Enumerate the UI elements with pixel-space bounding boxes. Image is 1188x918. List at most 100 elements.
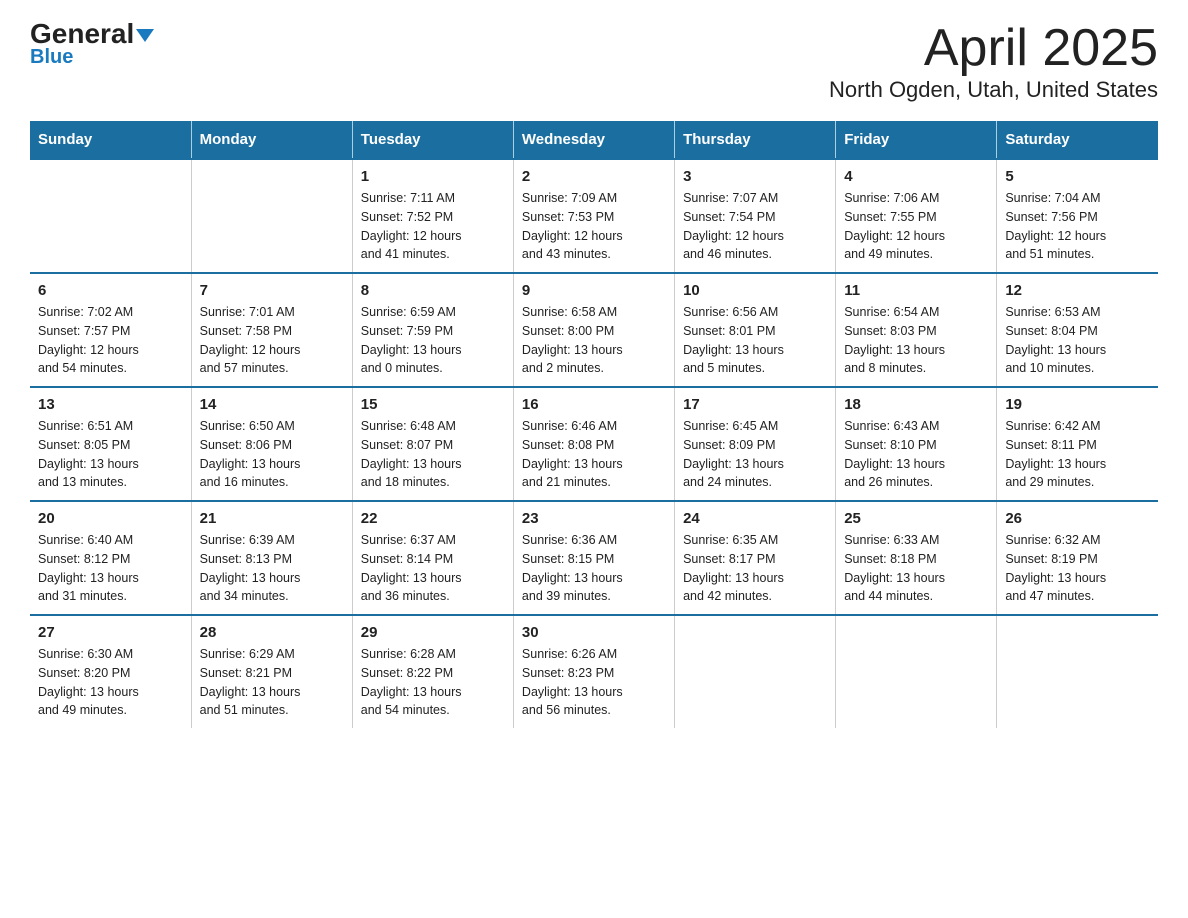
day-number: 29 [361,624,505,641]
day-number: 12 [1005,282,1150,299]
calendar-day-4: 4 Sunrise: 7:06 AM Sunset: 7:55 PM Daylig… [836,159,997,273]
calendar-day-25: 25 Sunrise: 6:33 AM Sunset: 8:18 PM Dayli… [836,501,997,615]
day-info: Sunrise: 6:54 AM Sunset: 8:03 PM Dayligh… [844,303,988,378]
day-info: Sunrise: 6:26 AM Sunset: 8:23 PM Dayligh… [522,645,666,720]
calendar-day-15: 15 Sunrise: 6:48 AM Sunset: 8:07 PM Dayli… [352,387,513,501]
day-info: Sunrise: 6:53 AM Sunset: 8:04 PM Dayligh… [1005,303,1150,378]
calendar-day-27: 27 Sunrise: 6:30 AM Sunset: 8:20 PM Dayli… [30,615,191,728]
day-info: Sunrise: 7:02 AM Sunset: 7:57 PM Dayligh… [38,303,183,378]
day-number: 9 [522,282,666,299]
calendar-week-row: 27 Sunrise: 6:30 AM Sunset: 8:20 PM Dayli… [30,615,1158,728]
day-number: 15 [361,396,505,413]
calendar-day-empty [675,615,836,728]
day-number: 10 [683,282,827,299]
day-info: Sunrise: 6:32 AM Sunset: 8:19 PM Dayligh… [1005,531,1150,606]
day-info: Sunrise: 7:11 AM Sunset: 7:52 PM Dayligh… [361,189,505,264]
day-info: Sunrise: 6:45 AM Sunset: 8:09 PM Dayligh… [683,417,827,492]
calendar-day-28: 28Sunrise: 6:29 AM Sunset: 8:21 PM Dayli… [191,615,352,728]
calendar-day-18: 18 Sunrise: 6:43 AM Sunset: 8:10 PM Dayli… [836,387,997,501]
day-number: 22 [361,510,505,527]
day-info: Sunrise: 7:01 AM Sunset: 7:58 PM Dayligh… [200,303,344,378]
day-number: 3 [683,168,827,185]
calendar-day-17: 17 Sunrise: 6:45 AM Sunset: 8:09 PM Dayli… [675,387,836,501]
calendar-day-6: 6Sunrise: 7:02 AM Sunset: 7:57 PM Daylig… [30,273,191,387]
calendar-day-5: 5 Sunrise: 7:04 AM Sunset: 7:56 PM Daylig… [997,159,1158,273]
calendar-day-empty [30,159,191,273]
calendar-week-row: 13Sunrise: 6:51 AM Sunset: 8:05 PM Dayli… [30,387,1158,501]
title-block: April 2025 North Ogden, Utah, United Sta… [829,20,1158,103]
calendar-day-12: 12 Sunrise: 6:53 AM Sunset: 8:04 PM Dayli… [997,273,1158,387]
day-number: 4 [844,168,988,185]
day-number: 16 [522,396,666,413]
day-info: Sunrise: 6:42 AM Sunset: 8:11 PM Dayligh… [1005,417,1150,492]
day-info: Sunrise: 6:58 AM Sunset: 8:00 PM Dayligh… [522,303,666,378]
day-number: 25 [844,510,988,527]
calendar-day-30: 30 Sunrise: 6:26 AM Sunset: 8:23 PM Dayli… [513,615,674,728]
page-subtitle: North Ogden, Utah, United States [829,77,1158,103]
logo-main-text: General [30,20,154,48]
day-number: 30 [522,624,666,641]
calendar-week-row: 20 Sunrise: 6:40 AM Sunset: 8:12 PM Dayli… [30,501,1158,615]
calendar-day-9: 9 Sunrise: 6:58 AM Sunset: 8:00 PM Daylig… [513,273,674,387]
calendar-day-13: 13Sunrise: 6:51 AM Sunset: 8:05 PM Dayli… [30,387,191,501]
calendar-header-saturday: Saturday [997,121,1158,159]
calendar-header-tuesday: Tuesday [352,121,513,159]
day-number: 13 [38,396,183,413]
day-number: 24 [683,510,827,527]
day-info: Sunrise: 6:40 AM Sunset: 8:12 PM Dayligh… [38,531,183,606]
day-info: Sunrise: 6:46 AM Sunset: 8:08 PM Dayligh… [522,417,666,492]
page-title: April 2025 [829,20,1158,77]
day-number: 18 [844,396,988,413]
calendar-day-1: 1 Sunrise: 7:11 AM Sunset: 7:52 PM Daylig… [352,159,513,273]
calendar-header-monday: Monday [191,121,352,159]
day-number: 11 [844,282,988,299]
day-number: 27 [38,624,183,641]
calendar-day-empty [191,159,352,273]
day-number: 5 [1005,168,1150,185]
calendar-day-7: 7 Sunrise: 7:01 AM Sunset: 7:58 PM Daylig… [191,273,352,387]
calendar-header-sunday: Sunday [30,121,191,159]
day-info: Sunrise: 6:33 AM Sunset: 8:18 PM Dayligh… [844,531,988,606]
day-number: 2 [522,168,666,185]
calendar-header-friday: Friday [836,121,997,159]
day-info: Sunrise: 6:39 AM Sunset: 8:13 PM Dayligh… [200,531,344,606]
day-info: Sunrise: 6:43 AM Sunset: 8:10 PM Dayligh… [844,417,988,492]
day-number: 28 [200,624,344,641]
day-info: Sunrise: 6:48 AM Sunset: 8:07 PM Dayligh… [361,417,505,492]
calendar-day-3: 3 Sunrise: 7:07 AM Sunset: 7:54 PM Daylig… [675,159,836,273]
logo: General Blue [30,20,154,69]
calendar-day-29: 29 Sunrise: 6:28 AM Sunset: 8:22 PM Dayli… [352,615,513,728]
day-number: 26 [1005,510,1150,527]
day-number: 19 [1005,396,1150,413]
calendar-day-10: 10Sunrise: 6:56 AM Sunset: 8:01 PM Dayli… [675,273,836,387]
calendar-day-24: 24 Sunrise: 6:35 AM Sunset: 8:17 PM Dayli… [675,501,836,615]
day-info: Sunrise: 6:35 AM Sunset: 8:17 PM Dayligh… [683,531,827,606]
calendar-day-8: 8Sunrise: 6:59 AM Sunset: 7:59 PM Daylig… [352,273,513,387]
calendar-day-11: 11 Sunrise: 6:54 AM Sunset: 8:03 PM Dayli… [836,273,997,387]
calendar-day-16: 16 Sunrise: 6:46 AM Sunset: 8:08 PM Dayli… [513,387,674,501]
day-info: Sunrise: 6:28 AM Sunset: 8:22 PM Dayligh… [361,645,505,720]
logo-sub-text: Blue [30,46,73,69]
calendar-day-26: 26 Sunrise: 6:32 AM Sunset: 8:19 PM Dayli… [997,501,1158,615]
day-info: Sunrise: 6:50 AM Sunset: 8:06 PM Dayligh… [200,417,344,492]
day-number: 1 [361,168,505,185]
calendar-table: SundayMondayTuesdayWednesdayThursdayFrid… [30,121,1158,728]
calendar-day-22: 22 Sunrise: 6:37 AM Sunset: 8:14 PM Dayli… [352,501,513,615]
day-number: 21 [200,510,344,527]
day-info: Sunrise: 6:37 AM Sunset: 8:14 PM Dayligh… [361,531,505,606]
day-info: Sunrise: 6:30 AM Sunset: 8:20 PM Dayligh… [38,645,183,720]
page-header: General Blue April 2025 North Ogden, Uta… [30,20,1158,103]
calendar-week-row: 6Sunrise: 7:02 AM Sunset: 7:57 PM Daylig… [30,273,1158,387]
calendar-day-23: 23Sunrise: 6:36 AM Sunset: 8:15 PM Dayli… [513,501,674,615]
day-number: 17 [683,396,827,413]
day-number: 20 [38,510,183,527]
day-number: 23 [522,510,666,527]
calendar-day-20: 20 Sunrise: 6:40 AM Sunset: 8:12 PM Dayli… [30,501,191,615]
day-info: Sunrise: 7:04 AM Sunset: 7:56 PM Dayligh… [1005,189,1150,264]
day-number: 7 [200,282,344,299]
day-info: Sunrise: 7:07 AM Sunset: 7:54 PM Dayligh… [683,189,827,264]
calendar-day-14: 14Sunrise: 6:50 AM Sunset: 8:06 PM Dayli… [191,387,352,501]
day-number: 8 [361,282,505,299]
day-info: Sunrise: 7:06 AM Sunset: 7:55 PM Dayligh… [844,189,988,264]
calendar-header-row: SundayMondayTuesdayWednesdayThursdayFrid… [30,121,1158,159]
